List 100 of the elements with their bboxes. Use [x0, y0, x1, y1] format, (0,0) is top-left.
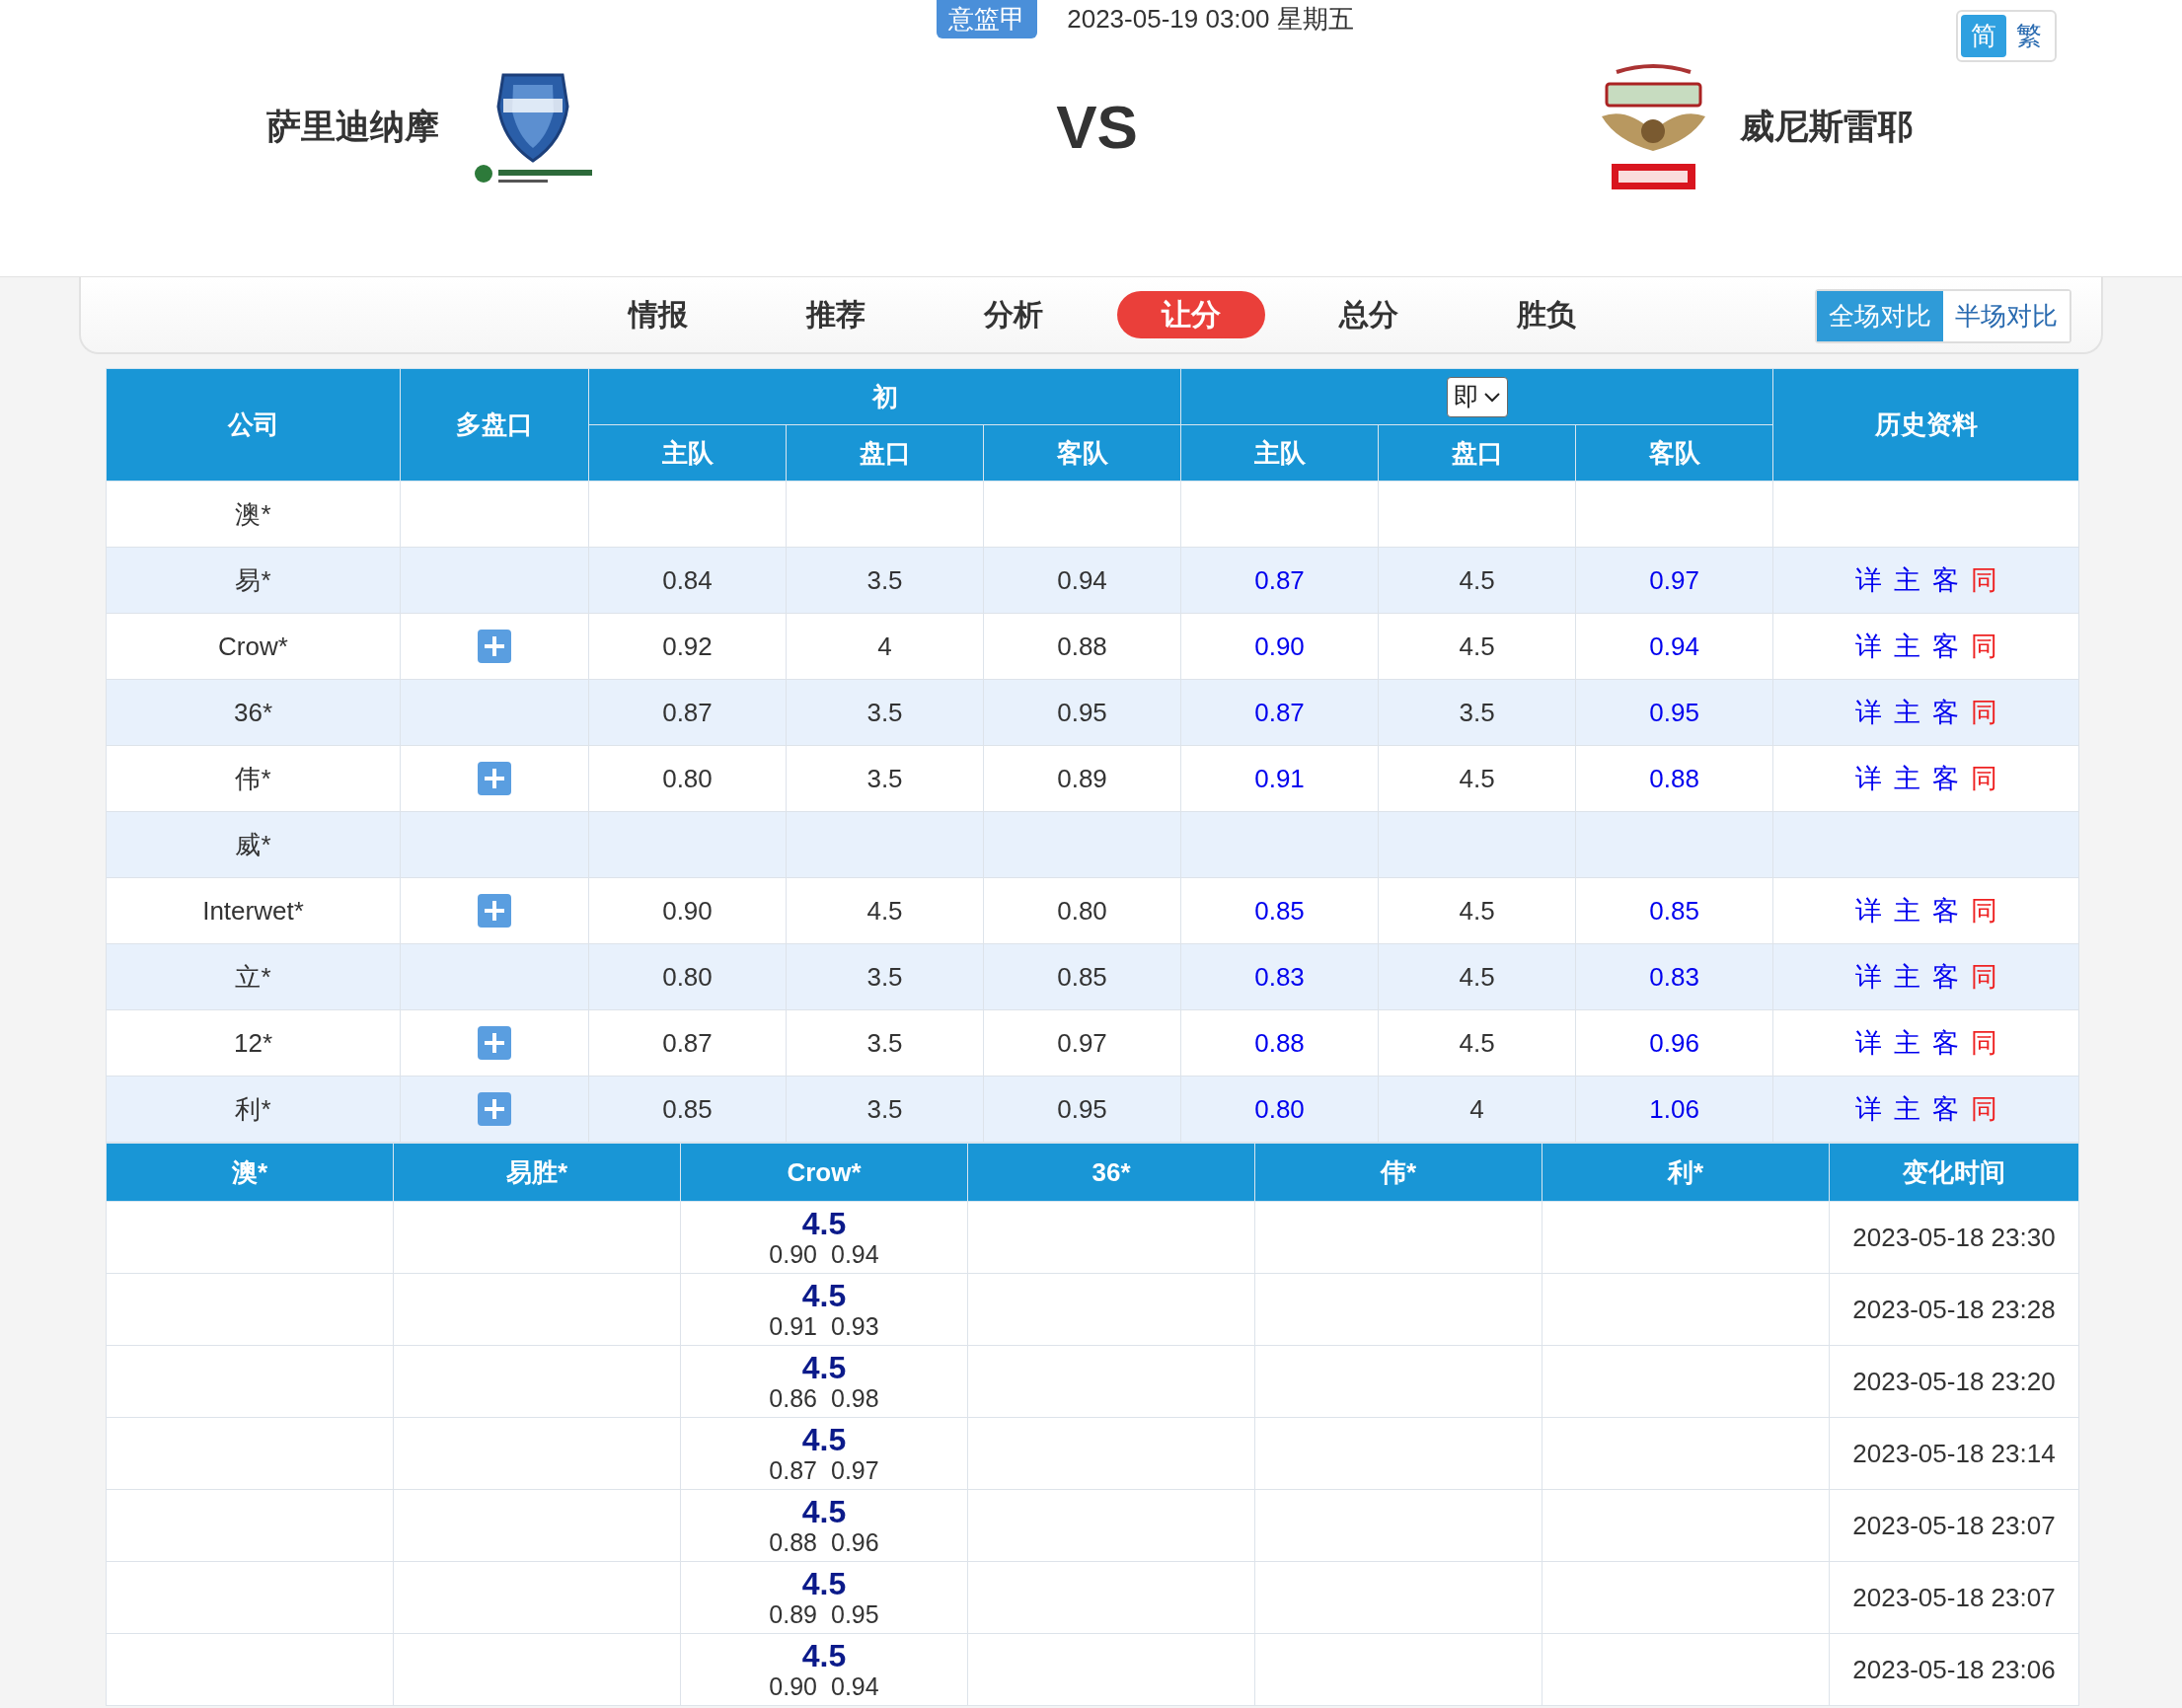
odds-value: 0.87	[662, 697, 713, 727]
history-link[interactable]: 客	[1931, 1091, 1959, 1127]
odds-value: 0.88	[1649, 763, 1699, 793]
odds-value: 0.95	[1057, 1093, 1107, 1124]
column-header: 利*	[1542, 1143, 1830, 1202]
odds-value: 0.85	[1649, 895, 1699, 926]
history-link[interactable]: 详	[1854, 629, 1882, 664]
column-header: 主队	[1180, 424, 1379, 482]
odds-value: 0.87	[1254, 564, 1305, 595]
odds-value: 3.5	[1459, 697, 1495, 727]
change-time-cell: 2023-05-18 23:30	[1829, 1201, 2079, 1274]
company-cell: 威*	[106, 811, 401, 878]
odds-value: 0.90	[662, 895, 713, 926]
odds-value: 0.85	[1057, 961, 1107, 992]
tab[interactable]: 总分	[1295, 291, 1443, 338]
history-link[interactable]: 客	[1931, 562, 1959, 598]
odds-value: 0.92	[662, 631, 713, 661]
history-link[interactable]: 详	[1854, 761, 1882, 796]
history-link[interactable]: 主	[1893, 959, 1920, 995]
history-link[interactable]: 详	[1854, 562, 1882, 598]
history-link[interactable]: 同	[1970, 1025, 1997, 1061]
history-link[interactable]: 同	[1970, 893, 1997, 928]
odds-value: 0.89	[1057, 763, 1107, 793]
history-link[interactable]: 同	[1970, 629, 1997, 664]
odds-value: 0.91	[1254, 763, 1305, 793]
column-header: Crow*	[680, 1143, 968, 1202]
chevron-down-icon	[1482, 391, 1501, 403]
odds-value: 0.95	[1649, 697, 1699, 727]
history-link[interactable]: 主	[1893, 893, 1920, 928]
column-header: 易胜*	[393, 1143, 681, 1202]
history-link[interactable]: 同	[1970, 959, 1997, 995]
odds-value: 0.89	[769, 1600, 817, 1629]
tab[interactable]: 胜负	[1472, 291, 1620, 338]
handicap-value: 4.5	[801, 1206, 847, 1241]
tab[interactable]: 情报	[584, 291, 732, 338]
history-link[interactable]: 客	[1931, 695, 1959, 730]
history-link[interactable]: 主	[1893, 562, 1920, 598]
live-odds-dropdown[interactable]: 即	[1446, 376, 1508, 417]
odds-value: 0.88	[1057, 631, 1107, 661]
company-cell: 伟*	[106, 745, 401, 812]
expand-plus-icon[interactable]	[478, 630, 511, 664]
history-link[interactable]: 主	[1893, 1025, 1920, 1061]
compare-option[interactable]: 半场对比	[1943, 291, 2069, 341]
change-time-cell: 2023-05-18 23:28	[1829, 1273, 2079, 1346]
expand-plus-icon[interactable]	[478, 894, 511, 928]
odds-value: 0.86	[769, 1384, 817, 1413]
history-link[interactable]: 详	[1854, 695, 1882, 730]
history-link[interactable]: 主	[1893, 629, 1920, 664]
column-header: 变化时间	[1829, 1143, 2079, 1202]
tab[interactable]: 分析	[940, 291, 1088, 338]
odds-value: 3.5	[866, 564, 903, 595]
company-cell: 12*	[106, 1009, 401, 1077]
handicap-value: 4.5	[801, 1494, 847, 1529]
history-link[interactable]: 详	[1854, 1091, 1882, 1127]
history-link[interactable]: 详	[1854, 893, 1882, 928]
column-header: 客队	[1575, 424, 1773, 482]
odds-value: 3.5	[866, 961, 903, 992]
odds-value: 3.5	[866, 1093, 903, 1124]
odds-value: 0.96	[1649, 1027, 1699, 1058]
history-link[interactable]: 主	[1893, 761, 1920, 796]
history-link[interactable]: 主	[1893, 1091, 1920, 1127]
company-cell: 立*	[106, 943, 401, 1010]
column-header: 36*	[967, 1143, 1255, 1202]
column-header: 主队	[588, 424, 787, 482]
column-header: 伟*	[1254, 1143, 1542, 1202]
history-link[interactable]: 客	[1931, 761, 1959, 796]
history-link[interactable]: 同	[1970, 761, 1997, 796]
history-link[interactable]: 客	[1931, 629, 1959, 664]
history-link[interactable]: 客	[1931, 959, 1959, 995]
odds-value: 0.87	[1254, 697, 1305, 727]
history-link[interactable]: 客	[1931, 893, 1959, 928]
history-link[interactable]: 详	[1854, 1025, 1882, 1061]
odds-value: 4.5	[1459, 895, 1495, 926]
tab[interactable]: 让分	[1117, 291, 1265, 338]
odds-value: 0.94	[1649, 631, 1699, 661]
odds-value: 0.94	[1057, 564, 1107, 595]
history-link[interactable]: 同	[1970, 1091, 1997, 1127]
match-datetime: 2023-05-19 03:00 星期五	[1067, 3, 1354, 36]
history-link[interactable]: 客	[1931, 1025, 1959, 1061]
expand-plus-icon[interactable]	[478, 762, 511, 796]
history-link[interactable]: 详	[1854, 959, 1882, 995]
expand-plus-icon[interactable]	[478, 1092, 511, 1127]
change-time-cell: 2023-05-18 23:20	[1829, 1345, 2079, 1418]
history-link[interactable]: 主	[1893, 695, 1920, 730]
handicap-value: 4.5	[801, 1350, 847, 1385]
column-header: 盘口	[786, 424, 984, 482]
odds-value: 0.98	[831, 1384, 879, 1413]
odds-value: 0.91	[769, 1312, 817, 1341]
history-link[interactable]: 同	[1970, 695, 1997, 730]
odds-value: 0.90	[1254, 631, 1305, 661]
odds-value: 3.5	[866, 697, 903, 727]
change-time-cell: 2023-05-18 23:07	[1829, 1489, 2079, 1562]
company-cell: 澳*	[106, 481, 401, 548]
history-link[interactable]: 同	[1970, 562, 1997, 598]
column-header: 盘口	[1378, 424, 1576, 482]
tab[interactable]: 推荐	[762, 291, 910, 338]
expand-plus-icon[interactable]	[478, 1026, 511, 1061]
away-team-name: 威尼斯雷耶	[1740, 105, 1913, 147]
versus-label: VS	[1055, 91, 1139, 162]
odds-value: 1.06	[1649, 1093, 1699, 1124]
